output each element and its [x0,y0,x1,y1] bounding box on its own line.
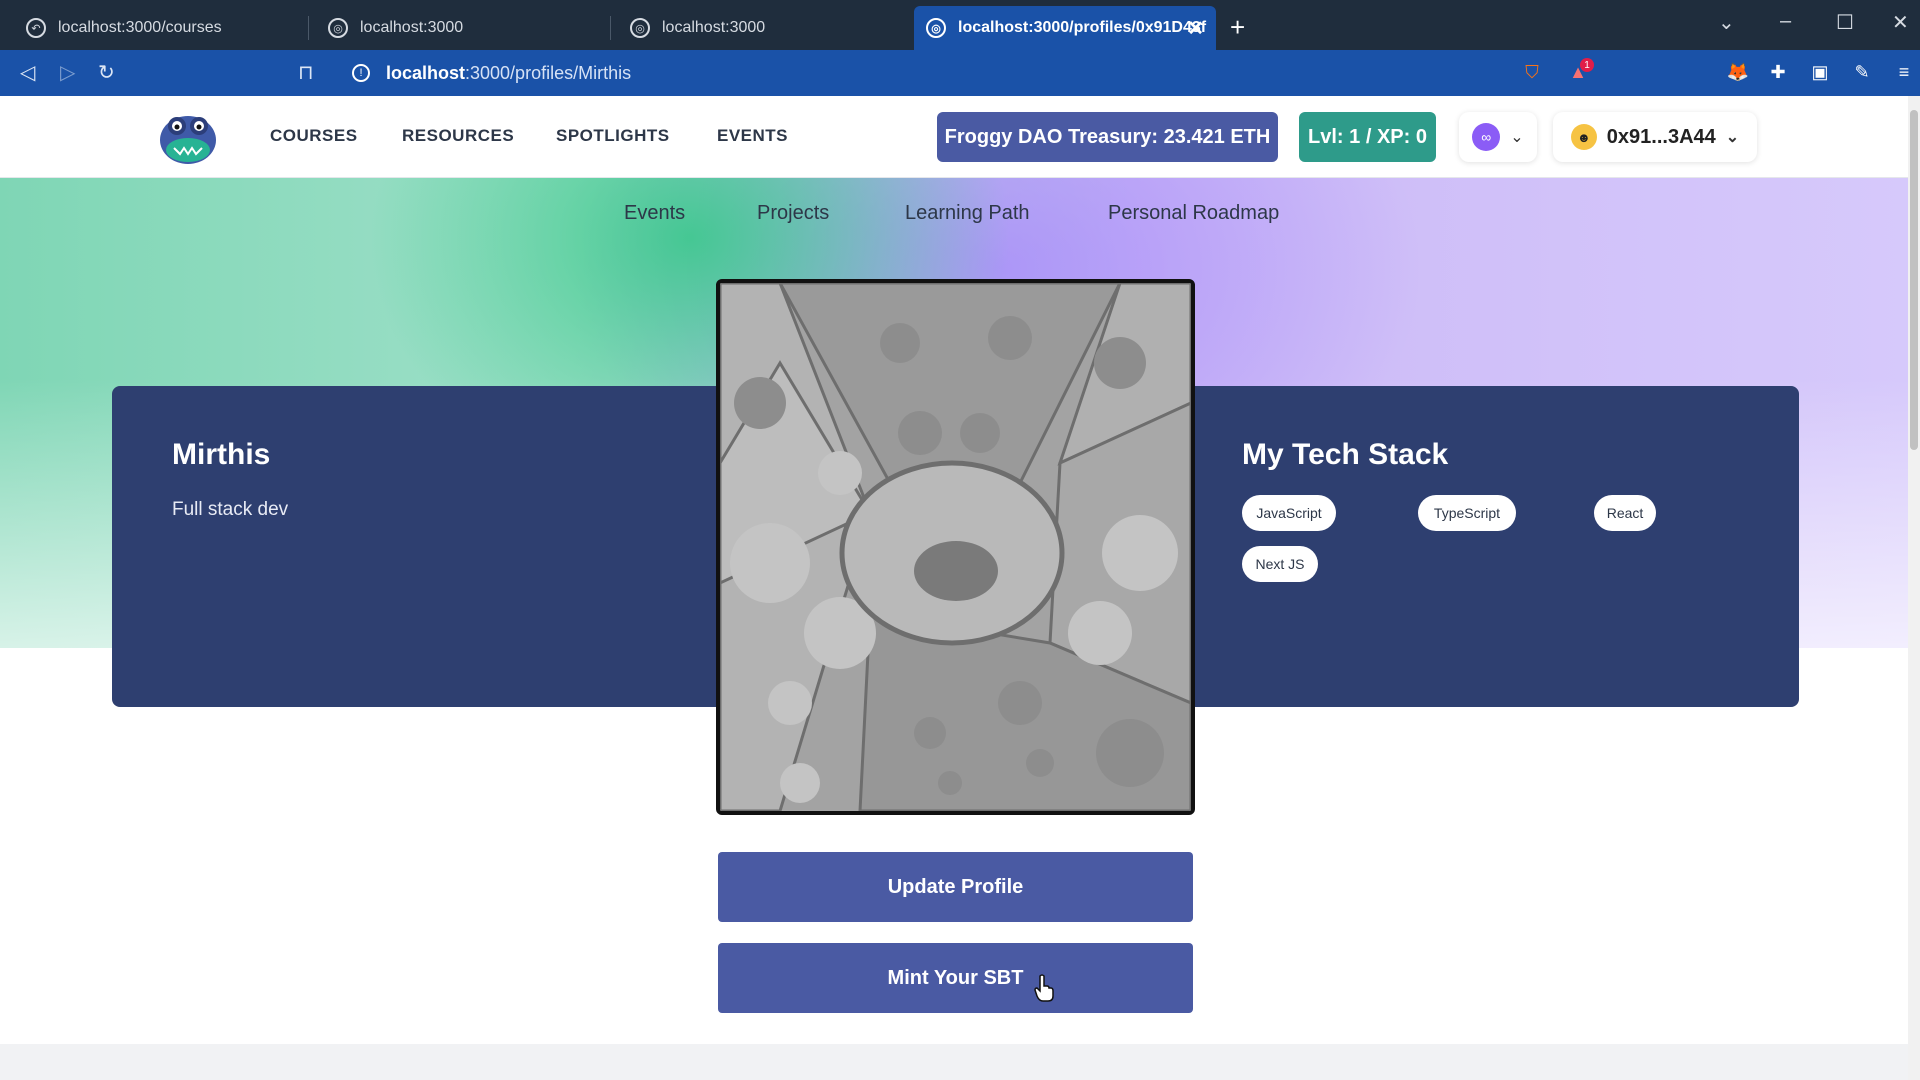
url-host: localhost [386,62,466,83]
site-header: COURSES RESOURCES SPOTLIGHTS EVENTS Frog… [0,96,1908,178]
chevron-down-icon: ⌄ [1725,129,1740,146]
nav-events[interactable]: EVENTS [717,126,788,146]
tab-divider [610,16,611,40]
url-path: :3000/profiles/Mirthis [465,62,632,83]
subnav-learning-path[interactable]: Learning Path [905,202,1030,225]
globe-icon: ◎ [630,18,650,38]
wallet-address: 0x91...3A44 [1606,125,1716,148]
froggy-logo-icon[interactable] [156,104,220,168]
browser-tab-bar: ↶ localhost:3000/courses ◎ localhost:300… [0,0,1920,50]
subnav-projects[interactable]: Projects [757,202,829,225]
tech-chip-typescript: TypeScript [1418,495,1516,531]
update-profile-button[interactable]: Update Profile [718,852,1193,922]
subnav-events[interactable]: Events [624,202,685,225]
maximize-icon[interactable]: ☐ [1836,10,1854,35]
close-tab-icon[interactable]: ✕ [1187,16,1204,41]
subnav-personal-roadmap[interactable]: Personal Roadmap [1108,202,1279,225]
globe-icon: ◎ [328,18,348,38]
tab-localhost-2[interactable]: ◎ localhost:3000 [618,6,908,50]
globe-icon: ◎ [926,18,946,38]
tab-courses[interactable]: ↶ localhost:3000/courses [14,6,304,50]
profile-bio: Full stack dev [172,499,289,520]
profile-nft-image [716,279,1195,815]
forward-icon[interactable]: ▷ [60,60,75,85]
chevron-down-icon: ⌄ [1510,129,1524,146]
treasury-badge[interactable]: Froggy DAO Treasury: 23.421 ETH [937,112,1278,162]
tab-label: localhost:3000 [360,19,464,36]
address-bar: ◁ ▷ ↻ ⊓ ! localhost:3000/profiles/Mirthi… [0,50,1920,96]
chain-selector[interactable]: ∞ ⌄ [1459,112,1537,162]
profile-page: Events Projects Learning Path Personal R… [0,178,1908,1044]
tab-localhost-1[interactable]: ◎ localhost:3000 [316,6,606,50]
nav-courses[interactable]: COURSES [270,126,358,146]
new-tab-button[interactable]: + [1230,12,1245,43]
minimize-icon[interactable]: – [1780,10,1791,33]
site-info-icon[interactable]: ! [352,64,370,82]
tab-profile-active[interactable]: ◎ localhost:3000/profiles/0x91D43f ✕ [914,6,1216,50]
tech-stack-title: My Tech Stack [1242,438,1449,471]
tab-label: localhost:3000/profiles/0x91D43f [958,19,1207,36]
scrollbar-thumb[interactable] [1910,110,1918,450]
nav-spotlights[interactable]: SPOTLIGHTS [556,126,670,146]
notification-badge: 1 [1580,58,1594,72]
level-badge[interactable]: Lvl: 1 / XP: 0 [1299,112,1436,162]
wallet-icon[interactable]: ▣ [1808,60,1832,84]
back-icon[interactable]: ◁ [20,60,35,85]
nav-resources[interactable]: RESOURCES [402,126,514,146]
page-footer-strip [0,1044,1908,1080]
mint-sbt-button[interactable]: Mint Your SBT [718,943,1193,1013]
tech-chip-javascript: JavaScript [1242,495,1336,531]
tech-chip-nextjs: Next JS [1242,546,1318,582]
metamask-icon[interactable]: 🦊 [1726,60,1750,84]
menu-icon[interactable]: ≡ [1892,60,1916,84]
tab-list-icon[interactable]: ⌄ [1718,10,1735,35]
wallet-avatar-icon: ☻ [1570,124,1597,150]
page-scrollbar[interactable] [1908,96,1920,1080]
close-window-icon[interactable]: ✕ [1892,10,1909,35]
back-history-icon: ↶ [26,18,46,38]
wallet-button[interactable]: ☻ 0x91...3A44 ⌄ [1553,112,1757,162]
tab-label: localhost:3000 [662,19,766,36]
hand-cursor-icon [1034,974,1054,1002]
polygon-icon: ∞ [1472,123,1501,151]
url-field[interactable]: ! localhost:3000/profiles/Mirthis [352,58,631,88]
extensions-icon[interactable]: ✚ [1766,60,1790,84]
reload-icon[interactable]: ↻ [98,60,115,85]
profile-name: Mirthis [172,438,271,471]
brave-shield-icon[interactable]: ⛉ [1520,60,1544,84]
tab-divider [308,16,309,40]
bookmark-icon[interactable]: ⊓ [298,60,314,85]
tab-label: localhost:3000/courses [58,19,222,36]
edit-icon[interactable]: ✎ [1850,60,1874,84]
tech-chip-react: React [1594,495,1656,531]
frog-skin-illustration [720,283,1191,811]
